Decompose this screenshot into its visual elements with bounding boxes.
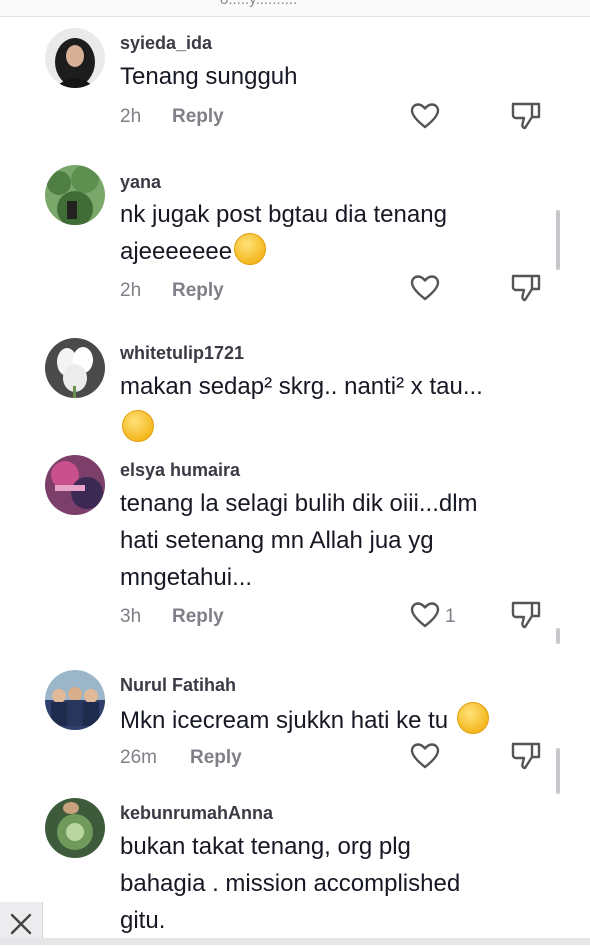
bottom-bar <box>0 938 590 945</box>
comment-username[interactable]: Nurul Fatihah <box>120 675 236 696</box>
comment-text: bukan takat tenang, org plg bahagia . mi… <box>120 833 461 934</box>
heart-outline-icon[interactable] <box>410 742 440 770</box>
scroll-indicator[interactable] <box>556 748 560 794</box>
comment-text-content: Mkn icecream sjukkn hati ke tu <box>120 707 449 734</box>
thumbs-down-icon[interactable] <box>510 599 542 629</box>
scroll-indicator[interactable] <box>556 210 560 270</box>
comment-time: 2h <box>120 280 142 301</box>
zany-face-emoji-icon <box>456 702 489 734</box>
avatar[interactable] <box>45 338 105 398</box>
comment-text: tenang la selagi bulih dik oiii...dlm ha… <box>120 490 478 591</box>
reply-button[interactable]: Reply <box>172 280 224 302</box>
like-count: 1 <box>445 606 456 627</box>
comment-text: makan sedap² skrg.. nanti² x tau... <box>120 373 483 400</box>
scroll-indicator[interactable] <box>556 628 560 644</box>
comment-text: nk jugak post bgtau dia tenang ajeeeeeee <box>120 196 530 270</box>
thumbs-down-icon[interactable] <box>510 740 542 770</box>
browser-url-strip: o.....y.......... <box>0 0 590 17</box>
avatar[interactable] <box>45 670 105 730</box>
avatar[interactable] <box>45 165 105 225</box>
comment-time: 2h <box>120 106 142 127</box>
heart-outline-icon[interactable] <box>410 601 440 629</box>
reply-button[interactable]: Reply <box>172 106 224 128</box>
emoji-face <box>122 410 154 442</box>
comment-text: Tenang sungguh <box>120 63 298 90</box>
comment-username[interactable]: elsya humaira <box>120 460 240 481</box>
thumbs-down-icon[interactable] <box>510 100 542 130</box>
comment-time: 3h <box>120 606 142 627</box>
comment-username[interactable]: syieda_ida <box>120 33 212 54</box>
reply-button[interactable]: Reply <box>172 606 224 628</box>
reply-button[interactable]: Reply <box>190 747 242 769</box>
url-text: o.....y.......... <box>220 0 297 8</box>
comment-username[interactable]: whitetulip1721 <box>120 343 244 364</box>
comment-text: Mkn icecream sjukkn hati ke tu <box>120 702 530 739</box>
comment-username[interactable]: kebunrumahAnna <box>120 803 273 824</box>
heart-outline-icon[interactable] <box>410 274 440 302</box>
thumbs-down-icon[interactable] <box>510 272 542 302</box>
avatar[interactable] <box>45 28 105 88</box>
comment-username[interactable]: yana <box>120 172 161 193</box>
comment-text-content: nk jugak post bgtau dia tenang ajeeeeeee <box>120 201 447 265</box>
avatar[interactable] <box>45 455 105 515</box>
sweat-smile-emoji-icon <box>120 410 154 442</box>
avatar[interactable] <box>45 798 105 858</box>
heart-outline-icon[interactable] <box>410 102 440 130</box>
comment-time: 26m <box>120 747 157 768</box>
smirk-emoji-icon <box>234 233 267 265</box>
